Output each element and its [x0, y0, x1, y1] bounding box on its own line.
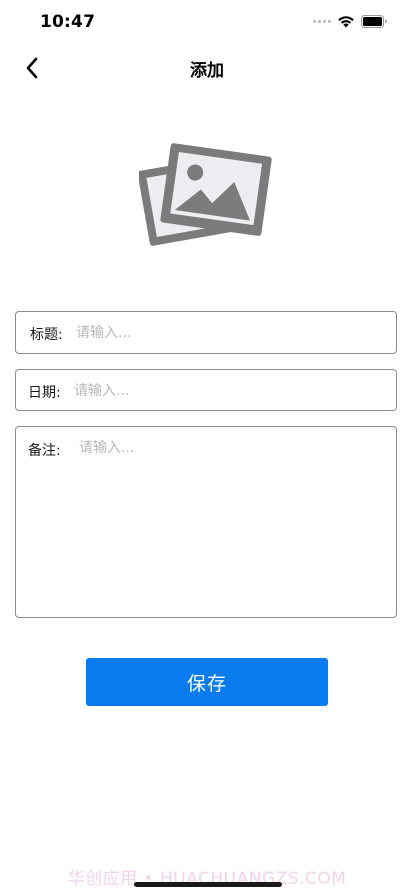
date-label: 日期:: [28, 385, 61, 401]
status-icons: [313, 15, 388, 28]
title-label: 标题:: [30, 327, 63, 343]
battery-icon: [361, 15, 387, 28]
save-button[interactable]: 保存: [86, 658, 328, 706]
cellular-signal-icon: [313, 20, 331, 23]
image-picker[interactable]: [137, 140, 273, 250]
add-screen: 10:47 添加 标题: 请输入... 日期: 请输入... 备注: 请输入..…: [0, 0, 414, 896]
status-time: 10:47: [40, 12, 96, 32]
status-bar: 10:47: [0, 0, 414, 44]
image-placeholder-icon: [137, 143, 272, 246]
date-input[interactable]: [74, 380, 374, 402]
page-title: 添加: [190, 61, 224, 81]
notes-textarea[interactable]: [79, 438, 384, 603]
title-input[interactable]: [76, 322, 376, 344]
date-field: 日期:: [15, 369, 397, 411]
title-field: 标题:: [15, 311, 397, 354]
home-indicator[interactable]: [134, 882, 282, 887]
notes-label: 备注:: [28, 443, 61, 459]
wifi-icon: [338, 16, 354, 28]
notes-field: 备注:: [15, 426, 397, 618]
nav-bar: 添加: [0, 44, 414, 90]
